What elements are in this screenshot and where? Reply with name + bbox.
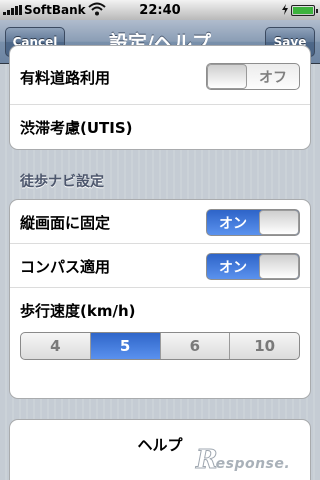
- compass-row: コンパス適用 オン: [10, 244, 310, 288]
- walking-speed-segmented-control: 4 5 6 10: [20, 332, 300, 360]
- traffic-row[interactable]: 渋滞考慮(UTIS): [10, 105, 310, 149]
- speed-option[interactable]: 4: [21, 333, 91, 359]
- portrait-lock-label: 縦画面に固定: [20, 214, 111, 232]
- toll-road-label: 有料道路利用: [20, 69, 111, 87]
- charging-bolt-icon: [282, 4, 288, 15]
- route-settings-group: 有料道路利用 オフ 渋滞考慮(UTIS): [9, 45, 311, 150]
- walk-settings-group: 縦画面に固定 オン コンパス適用 オン 歩行速度(km/h) 4 5 6 10: [9, 199, 311, 399]
- battery-icon: [291, 5, 318, 16]
- speed-option[interactable]: 6: [161, 333, 231, 359]
- switch-state-text: オフ: [259, 69, 287, 86]
- traffic-label: 渋滞考慮(UTIS): [20, 119, 133, 137]
- toll-road-switch[interactable]: オフ: [206, 63, 300, 90]
- response-logo-watermark: R esponse.: [196, 446, 308, 474]
- speed-option[interactable]: 10: [230, 333, 299, 359]
- walking-speed-row: 歩行速度(km/h) 4 5 6 10: [10, 288, 310, 398]
- status-time: 22:40: [139, 3, 181, 18]
- status-bar: SoftBank 22:40: [0, 0, 320, 20]
- switch-knob[interactable]: [259, 254, 299, 279]
- toll-road-row: 有料道路利用 オフ: [10, 46, 310, 105]
- speed-option-selected[interactable]: 5: [90, 333, 161, 359]
- watermark-text: esponse.: [215, 456, 291, 472]
- switch-knob[interactable]: [259, 210, 299, 235]
- compass-switch[interactable]: オン: [206, 253, 300, 280]
- switch-state-text: オン: [219, 259, 247, 276]
- watermark-logo-letter: R: [196, 445, 219, 475]
- switch-state-text: オン: [219, 215, 247, 232]
- switch-knob[interactable]: [207, 64, 247, 89]
- portrait-lock-switch[interactable]: オン: [206, 209, 300, 236]
- portrait-lock-row: 縦画面に固定 オン: [10, 200, 310, 244]
- walking-speed-label: 歩行速度(km/h): [20, 302, 136, 320]
- compass-label: コンパス適用: [20, 258, 111, 276]
- walk-nav-section-header: 徒歩ナビ設定: [20, 174, 104, 190]
